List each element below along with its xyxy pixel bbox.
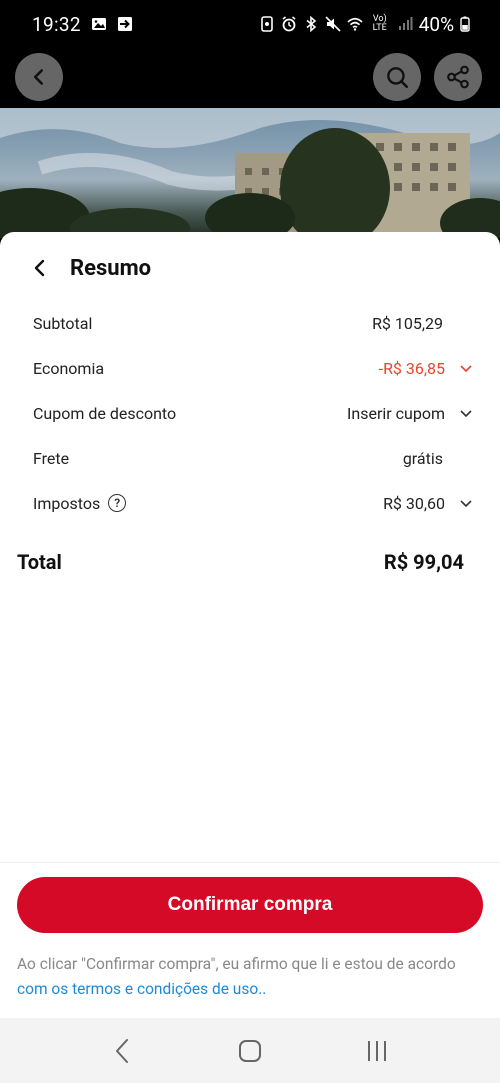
summary-sheet: Resumo Subtotal R$ 105,29 Economia -R$ 3… <box>0 232 500 1018</box>
row-value: -R$ 36,85 <box>378 358 445 378</box>
share-icon <box>447 65 469 89</box>
signal-icon <box>398 17 413 30</box>
nav-back-button[interactable] <box>103 1031 143 1071</box>
alarm-icon <box>282 16 296 32</box>
row-label: Subtotal <box>33 313 93 333</box>
network-label: Vo) LTE <box>372 14 387 33</box>
photo-illustration <box>0 108 500 238</box>
summary-row-subtotal: Subtotal R$ 105,29 <box>33 308 473 338</box>
back-button[interactable] <box>15 53 63 101</box>
row-right: Inserir cupom <box>347 404 473 423</box>
row-value: R$ 105,29 <box>372 313 443 333</box>
forward-icon <box>117 17 132 31</box>
summary-row-economia[interactable]: Economia -R$ 36,85 <box>33 353 473 383</box>
divider <box>0 862 500 863</box>
header-bar <box>0 48 500 108</box>
help-icon[interactable]: ? <box>108 494 127 512</box>
row-value: grátis <box>402 448 443 468</box>
sheet-title: Resumo <box>70 255 152 281</box>
summary-row-coupon[interactable]: Cupom de desconto Inserir cupom <box>33 398 473 428</box>
mute-icon <box>325 16 341 32</box>
row-label: Frete <box>33 448 70 468</box>
row-value: R$ 30,60 <box>383 493 445 513</box>
screen-rec-icon <box>260 16 273 32</box>
bluetooth-icon <box>306 16 316 32</box>
chevron-down-icon[interactable] <box>459 361 473 375</box>
status-right: Vo) LTE 40% <box>259 13 470 36</box>
summary-row-impostos[interactable]: Impostos ? R$ 30,60 <box>33 488 473 518</box>
legal-text: Ao clicar "Confirmar compra", eu afirmo … <box>17 952 483 1002</box>
status-left: 19:32 <box>32 13 133 36</box>
row-spacer <box>451 451 473 465</box>
chevron-down-icon[interactable] <box>459 496 473 510</box>
row-spacer <box>451 316 473 330</box>
share-button[interactable] <box>434 53 482 101</box>
chevron-left-icon <box>33 69 44 85</box>
nav-recents-icon <box>367 1040 386 1061</box>
confirm-purchase-button[interactable]: Confirmar compra <box>17 877 483 933</box>
nav-home-button[interactable] <box>230 1031 270 1071</box>
gallery-icon <box>91 18 106 30</box>
sheet-back-icon[interactable] <box>28 256 52 280</box>
system-nav-bar <box>0 1018 500 1083</box>
row-label: Impostos <box>33 493 101 513</box>
status-bar: 19:32 Vo) LTE 40% <box>0 0 500 48</box>
sheet-header: Resumo <box>28 252 151 284</box>
battery-icon <box>460 16 470 32</box>
nav-home-icon <box>238 1039 261 1062</box>
search-icon <box>387 67 409 89</box>
legal-prefix: Ao clicar "Confirmar compra", eu afirmo … <box>17 955 456 973</box>
status-time: 19:32 <box>32 12 81 36</box>
battery-percent: 40% <box>418 12 454 36</box>
row-right: R$ 105,29 <box>372 314 473 333</box>
nav-recents-button[interactable] <box>357 1031 397 1071</box>
product-photo <box>0 108 500 238</box>
summary-row-frete: Frete grátis <box>33 443 473 473</box>
row-right: R$ 30,60 <box>383 494 473 513</box>
row-right: grátis <box>403 449 473 468</box>
chevron-down-icon[interactable] <box>459 406 473 420</box>
total-row: Total R$ 99,04 <box>17 544 464 580</box>
search-button[interactable] <box>373 53 421 101</box>
nav-back-icon <box>116 1038 129 1063</box>
coupon-link[interactable]: Inserir cupom <box>347 404 445 423</box>
row-right: -R$ 36,85 <box>379 359 473 378</box>
row-label-wrap: Impostos ? <box>33 493 127 513</box>
total-value: R$ 99,04 <box>383 550 464 574</box>
row-label: Economia <box>33 358 105 378</box>
terms-link[interactable]: com os termos e condições de uso.. <box>17 980 266 998</box>
total-label: Total <box>17 550 62 574</box>
row-label: Cupom de desconto <box>33 403 177 423</box>
wifi-icon <box>347 17 363 31</box>
